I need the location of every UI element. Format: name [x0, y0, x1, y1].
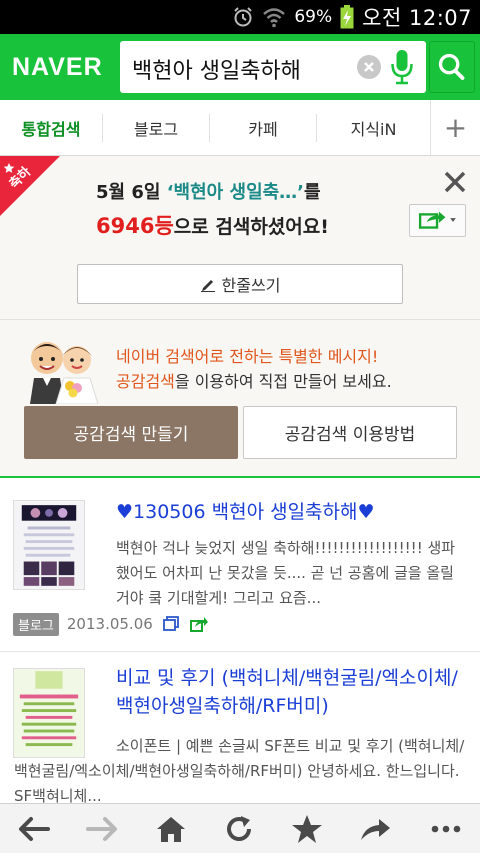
new-window-icon[interactable] [161, 614, 181, 634]
tab-knowledge-in[interactable]: 지식iN [317, 100, 430, 155]
microphone-icon [391, 50, 413, 85]
result-item: ♥130506 백현아 생일축하해♥ 백현아 걱나 늦었지 생일 축하해!!!!… [0, 478, 480, 652]
congrats-panel: 축하 5월 6일 ‘백현아 생일축…’를 6946등으로 검색하셨어요! 한줄쓰… [0, 156, 480, 320]
special-subline: 공감검색을 이용하여 직접 만들어 보세요. [116, 368, 392, 392]
thumbnail-image [14, 501, 84, 589]
result-title-link[interactable]: 비교 및 후기 (백혀니체/백현굴림/엑소이체/백현아생일축하해/RF버미) [116, 664, 466, 720]
close-icon [364, 62, 374, 72]
result-thumbnail[interactable] [13, 500, 85, 590]
special-headline: 네이버 검색어로 전하는 특별한 메시지! [116, 347, 379, 366]
result-meta: 블로그 2013.05.06 [13, 612, 209, 636]
congrats-message-line2: 6946등으로 검색하셨어요! [96, 210, 329, 240]
voice-search-button[interactable] [390, 49, 414, 85]
line1-suffix: 를 [304, 182, 321, 203]
status-bar: 69% 오전 12:07 [0, 0, 480, 34]
search-icon [438, 53, 465, 80]
chevron-down-icon [450, 218, 456, 222]
line2-suffix: 으로 검색하셨어요! [173, 216, 329, 238]
bookmark-star-button[interactable] [289, 814, 325, 844]
write-comment-label: 한줄쓰기 [221, 276, 281, 295]
share-dropdown-button[interactable] [409, 204, 466, 237]
clock-time: 오전 12:07 [362, 6, 472, 30]
more-tabs-button[interactable]: + [430, 100, 480, 155]
search-box[interactable]: 백현아 생일축하해 [120, 41, 426, 93]
search-button[interactable] [429, 41, 475, 93]
create-empathy-search-button[interactable]: 공감검색 만들기 [24, 406, 238, 459]
search-date: 5월 6일 [96, 182, 161, 203]
search-keyword: ‘백현아 생일축…’ [166, 182, 305, 203]
special-subline-rest: 을 이용하여 직접 만들어 보세요. [174, 372, 392, 391]
write-comment-button[interactable]: 한줄쓰기 [77, 264, 403, 304]
search-tabs: 통합검색 블로그 카페 지식iN + [0, 100, 480, 156]
alarm-icon [234, 7, 253, 27]
congrats-ribbon: 축하 [0, 156, 60, 216]
back-button[interactable] [16, 814, 52, 844]
refresh-button[interactable] [221, 814, 257, 844]
plus-icon: + [443, 111, 468, 144]
home-button[interactable] [153, 814, 189, 844]
tab-blog[interactable]: 블로그 [103, 100, 209, 155]
result-date: 2013.05.06 [66, 615, 153, 633]
battery-percent: 69% [294, 7, 333, 27]
special-message-panel: 네이버 검색어로 전하는 특별한 메시지! 공감검색을 이용하여 직접 만들어 … [0, 320, 480, 478]
browser-bottom-bar [0, 803, 480, 853]
source-badge: 블로그 [13, 612, 59, 636]
share-button[interactable] [357, 814, 393, 844]
result-title-link[interactable]: ♥130506 백현아 생일축하해♥ [116, 498, 476, 526]
tab-cafe[interactable]: 카페 [210, 100, 316, 155]
wedding-couple-illustration [30, 342, 99, 404]
result-item: 비교 및 후기 (백혀니체/백현굴림/엑소이체/백현아생일축하해/RF버미) 소… [0, 652, 480, 803]
result-snippet-wrap: 소이폰트 | 예쁜 손글씨 SF폰트 비교 및 후기 (백혀니체/백현굴림/엑소… [14, 734, 470, 803]
naver-logo[interactable]: NAVER [12, 53, 103, 82]
empathy-search-howto-button[interactable]: 공감검색 이용방법 [243, 406, 457, 459]
search-rank: 6946등 [96, 214, 174, 238]
close-congrats-button[interactable] [441, 168, 469, 196]
pencil-icon [200, 280, 215, 292]
share-icon [418, 211, 456, 229]
search-results: ♥130506 백현아 생일축하해♥ 백현아 걱나 늦었지 생일 축하해!!!!… [0, 478, 480, 803]
result-snippet: 소이폰트 | 예쁜 손글씨 SF폰트 비교 및 후기 (백혀니체/백현굴림/엑소… [14, 737, 465, 803]
congrats-message-line1: 5월 6일 ‘백현아 생일축…’를 [96, 178, 321, 204]
share-icon[interactable] [189, 614, 209, 634]
empathy-search-link[interactable]: 공감검색 [116, 372, 175, 391]
more-menu-button[interactable] [428, 814, 464, 844]
battery-charging-icon [340, 5, 354, 29]
search-input[interactable]: 백현아 생일축하해 [132, 53, 301, 85]
wifi-icon [263, 8, 286, 28]
forward-button[interactable] [84, 814, 120, 844]
naver-header: NAVER 백현아 생일축하해 [0, 34, 480, 100]
clear-search-button[interactable] [357, 55, 381, 79]
result-snippet: 백현아 걱나 늦었지 생일 축하해!!!!!!!!!!!!!!!!!! 생파했어… [116, 539, 456, 607]
tab-integrated[interactable]: 통합검색 [0, 100, 102, 155]
